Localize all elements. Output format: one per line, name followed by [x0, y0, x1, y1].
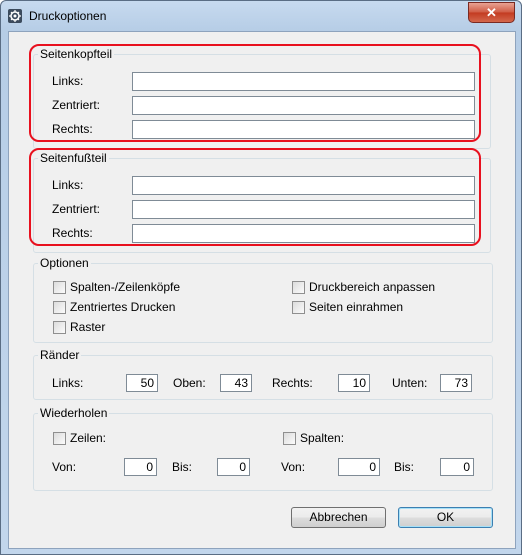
dialog-client-area: Seitenkopfteil Links: Zentriert: Rechts:… [8, 31, 516, 549]
rows-from-input[interactable] [124, 458, 157, 476]
fit-print-area-checkbox[interactable] [292, 281, 305, 294]
center-print-checkbox[interactable] [53, 301, 66, 314]
headers-label[interactable]: Spalten-/Zeilenköpfe [70, 280, 180, 294]
cancel-button[interactable]: Abbrechen [291, 507, 386, 528]
margin-left-label: Links: [52, 376, 84, 390]
fit-print-area-label[interactable]: Druckbereich anpassen [309, 280, 435, 294]
headers-checkbox[interactable] [53, 281, 66, 294]
repeat-columns-checkbox[interactable] [283, 432, 296, 445]
footer-highlight-annotation [29, 148, 481, 246]
rows-from-label: Von: [52, 460, 77, 474]
margin-left-input[interactable] [126, 374, 158, 392]
columns-from-label: Von: [281, 460, 306, 474]
repeat-columns-label[interactable]: Spalten: [300, 431, 344, 445]
frame-pages-label[interactable]: Seiten einrahmen [309, 300, 403, 314]
center-print-label[interactable]: Zentriertes Drucken [70, 300, 175, 314]
margin-top-input[interactable] [220, 374, 252, 392]
ok-button[interactable]: OK [398, 507, 493, 528]
margins-group: Ränder [33, 348, 493, 400]
margin-bottom-input[interactable] [440, 374, 472, 392]
close-icon: ✕ [486, 5, 497, 20]
margins-legend: Ränder [40, 348, 80, 362]
margin-right-input[interactable] [338, 374, 370, 392]
margin-bottom-label: Unten: [392, 376, 428, 390]
rows-to-label: Bis: [172, 460, 193, 474]
gridlines-checkbox[interactable] [53, 321, 66, 334]
columns-to-input[interactable] [440, 458, 474, 476]
repeat-legend: Wiederholen [40, 406, 108, 420]
header-highlight-annotation [29, 44, 481, 142]
options-legend: Optionen [40, 256, 89, 270]
columns-to-label: Bis: [394, 460, 415, 474]
repeat-group: Wiederholen [33, 406, 493, 491]
close-button[interactable]: ✕ [468, 2, 515, 23]
window-title: Druckoptionen [29, 9, 107, 23]
frame-pages-checkbox[interactable] [292, 301, 305, 314]
repeat-rows-label[interactable]: Zeilen: [70, 431, 106, 445]
dialog-window: Druckoptionen ✕ Seitenkopfteil Links: Ze… [0, 0, 522, 555]
repeat-rows-checkbox[interactable] [53, 432, 66, 445]
app-icon [8, 9, 22, 23]
title-bar[interactable]: Druckoptionen ✕ [1, 1, 521, 31]
margin-right-label: Rechts: [272, 376, 313, 390]
gridlines-label[interactable]: Raster [70, 320, 105, 334]
rows-to-input[interactable] [217, 458, 250, 476]
columns-from-input[interactable] [338, 458, 380, 476]
margin-top-label: Oben: [173, 376, 206, 390]
